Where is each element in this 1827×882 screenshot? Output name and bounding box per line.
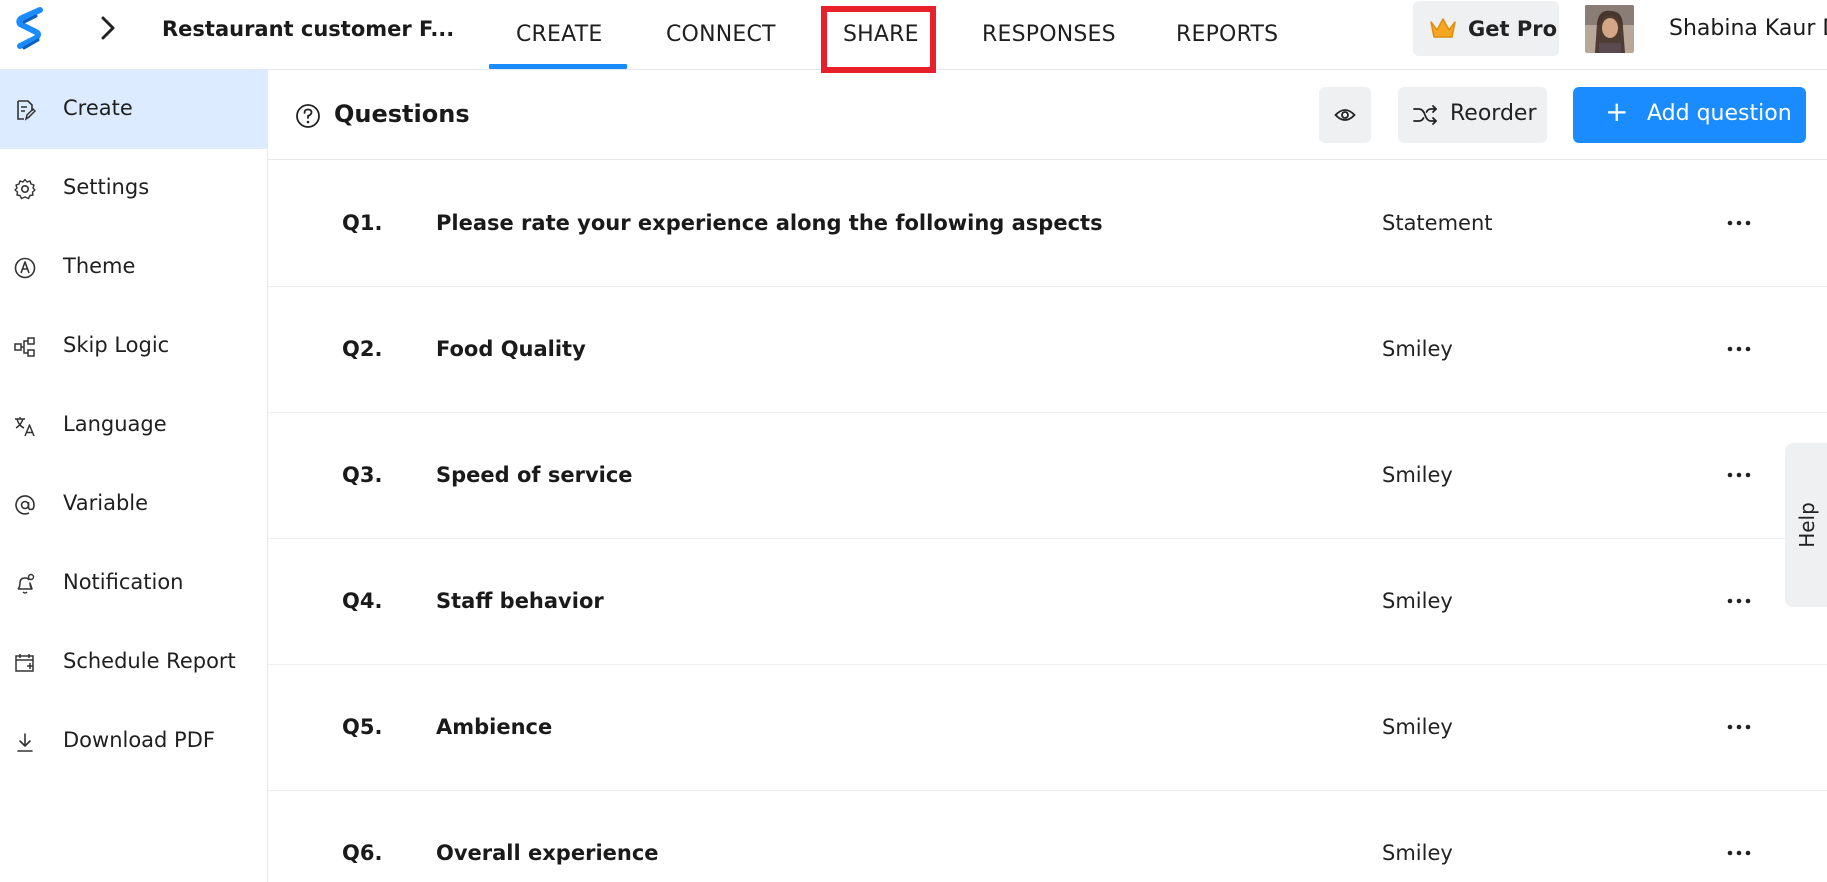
question-row-q3[interactable]: Q3. Speed of service Smiley [268,413,1827,539]
active-tab-indicator [489,64,627,69]
question-row-q5[interactable]: Q5. Ambience Smiley [268,665,1827,791]
question-circle-icon [296,104,320,128]
tab-responses[interactable]: RESPONSES [982,22,1116,47]
edit-document-icon [17,100,36,121]
more-options-icon[interactable] [1724,717,1754,737]
calendar-icon [15,654,34,672]
tab-reports[interactable]: REPORTS [1176,22,1278,47]
question-row-q2[interactable]: Q2. Food Quality Smiley [268,287,1827,413]
question-number: Q6. [342,841,383,865]
question-text: Overall experience [436,841,659,865]
share-tab-highlight [821,6,936,73]
question-type: Smiley [1382,463,1453,487]
sidebar-item-label: Variable [63,491,149,515]
question-type: Smiley [1382,715,1453,739]
sidebar-item-settings[interactable]: Settings [0,149,267,228]
sidebar-item-label: Schedule Report [63,649,236,673]
sidebar-item-skip-logic[interactable]: Skip Logic [0,307,267,386]
plus-icon: + [1605,95,1629,128]
question-text: Food Quality [436,337,586,361]
tab-create[interactable]: CREATE [516,22,602,47]
add-question-button[interactable]: + Add question [1573,87,1806,143]
sidebar-item-label: Create [63,96,133,120]
theme-icon [14,257,36,279]
question-type: Statement [1382,211,1493,235]
question-type: Smiley [1382,337,1453,361]
question-type: Smiley [1382,589,1453,613]
question-text: Staff behavior [436,589,604,613]
sidebar-item-label: Download PDF [63,728,215,752]
bell-icon [17,573,35,594]
sidebar-item-download-pdf[interactable]: Download PDF [0,702,267,781]
get-pro-label: Get Pro [1468,17,1558,41]
question-number: Q2. [342,337,383,361]
sidebar-item-schedule-report[interactable]: Schedule Report [0,623,267,702]
sidebar-item-create[interactable]: Create [0,70,267,149]
get-pro-button[interactable]: Get Pro [1413,1,1559,56]
brand-logo-icon[interactable] [14,6,46,56]
flow-icon [14,337,35,357]
reorder-label: Reorder [1450,101,1537,126]
sidebar-item-label: Notification [63,570,184,594]
more-options-icon[interactable] [1724,213,1754,233]
gear-icon [14,178,36,200]
more-options-icon[interactable] [1724,843,1754,863]
at-sign-icon [15,495,35,515]
question-number: Q3. [342,463,383,487]
sidebar-item-label: Settings [63,175,150,199]
question-number: Q1. [342,211,383,235]
question-row-q1[interactable]: Q1. Please rate your experience along th… [268,161,1827,287]
sidebar-item-notification[interactable]: Notification [0,544,267,623]
avatar[interactable] [1585,5,1634,53]
help-label: Help [1795,502,1819,548]
question-text: Please rate your experience along the fo… [436,211,1103,235]
questions-header: Questions Reorder + Add question [268,70,1827,160]
question-text: Ambience [436,715,553,739]
shuffle-icon [1413,105,1437,125]
chevron-right-icon[interactable] [96,14,120,42]
question-number: Q4. [342,589,383,613]
top-bar: Restaurant customer F... CREATE CONNECT … [0,0,1827,73]
sidebar-item-language[interactable]: Language [0,386,267,465]
sidebar: Create Settings Theme Skip Logic Languag… [0,70,268,882]
sidebar-item-label: Language [63,412,167,436]
reorder-button[interactable]: Reorder [1398,87,1547,143]
crown-icon [1430,18,1456,38]
preview-button[interactable] [1319,87,1371,143]
download-icon [17,733,33,752]
eye-icon [1334,109,1356,121]
sidebar-item-theme[interactable]: Theme [0,228,267,307]
question-type: Smiley [1382,841,1453,865]
add-question-label: Add question [1647,101,1792,126]
help-tab[interactable]: Help [1785,443,1827,607]
translate-icon [15,417,35,437]
user-name[interactable]: Shabina Kaur D [1669,16,1827,41]
tab-connect[interactable]: CONNECT [666,22,776,47]
more-options-icon[interactable] [1724,339,1754,359]
sidebar-item-label: Theme [63,254,136,278]
more-options-icon[interactable] [1724,591,1754,611]
more-options-icon[interactable] [1724,465,1754,485]
question-row-q4[interactable]: Q4. Staff behavior Smiley [268,539,1827,665]
question-text: Speed of service [436,463,633,487]
question-number: Q5. [342,715,383,739]
page-title: Questions [334,100,470,128]
sidebar-item-label: Skip Logic [63,333,170,357]
question-row-q6[interactable]: Q6. Overall experience Smiley [268,791,1827,882]
sidebar-item-variable[interactable]: Variable [0,465,267,544]
survey-title[interactable]: Restaurant customer F... [162,17,454,41]
